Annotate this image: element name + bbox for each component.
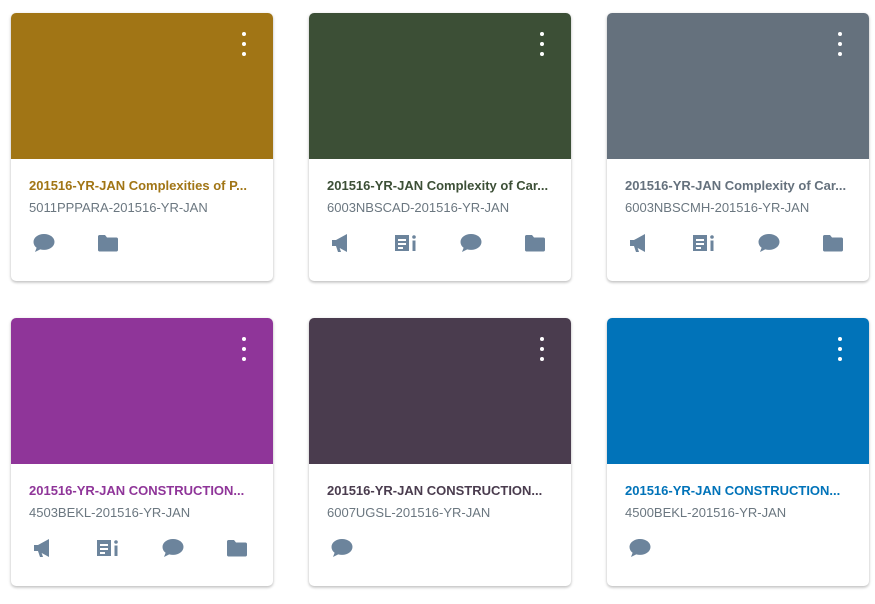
course-card-hero[interactable] [607,318,869,464]
course-actions [607,231,869,255]
course-actions [11,231,273,255]
course-actions [309,231,571,255]
course-card-hero[interactable] [309,318,571,464]
card-options-icon[interactable] [532,337,552,361]
course-code: 6003NBSCMH-201516-YR-JAN [625,200,810,215]
course-card-hero[interactable] [11,318,273,464]
discussions-icon[interactable] [161,536,185,560]
course-card[interactable]: 201516-YR-JAN Complexity of Car... 6003N… [309,13,571,281]
course-card[interactable]: 201516-YR-JAN CONSTRUCTION... 4500BEKL-2… [607,318,869,586]
course-card-hero[interactable] [11,13,273,159]
course-title[interactable]: 201516-YR-JAN Complexity of Car... [327,178,553,194]
announcements-icon[interactable] [628,231,652,255]
course-code: 5011PPPARA-201516-YR-JAN [29,200,208,215]
files-icon[interactable] [821,231,845,255]
assignments-icon[interactable] [96,536,120,560]
discussions-icon[interactable] [330,536,354,560]
assignments-icon[interactable] [692,231,716,255]
course-title[interactable]: 201516-YR-JAN CONSTRUCTION... [625,483,851,499]
assignments-icon[interactable] [394,231,418,255]
course-title[interactable]: 201516-YR-JAN Complexity of Car... [625,178,851,194]
files-icon[interactable] [96,231,120,255]
card-options-icon[interactable] [830,337,850,361]
course-title[interactable]: 201516-YR-JAN CONSTRUCTION... [327,483,553,499]
course-actions [309,536,571,560]
announcements-icon[interactable] [32,536,56,560]
course-code: 6007UGSL-201516-YR-JAN [327,505,491,520]
discussions-icon[interactable] [459,231,483,255]
course-actions [607,536,869,560]
discussions-icon[interactable] [757,231,781,255]
course-card[interactable]: 201516-YR-JAN CONSTRUCTION... 4503BEKL-2… [11,318,273,586]
course-actions [11,536,273,560]
course-title[interactable]: 201516-YR-JAN Complexities of P... [29,178,255,194]
announcements-icon[interactable] [330,231,354,255]
course-code: 4500BEKL-201516-YR-JAN [625,505,787,520]
course-code: 4503BEKL-201516-YR-JAN [29,505,191,520]
course-code: 6003NBSCAD-201516-YR-JAN [327,200,510,215]
course-card[interactable]: 201516-YR-JAN Complexities of P... 5011P… [11,13,273,281]
card-options-icon[interactable] [234,337,254,361]
files-icon[interactable] [523,231,547,255]
course-card-hero[interactable] [309,13,571,159]
card-options-icon[interactable] [532,32,552,56]
course-card[interactable]: 201516-YR-JAN CONSTRUCTION... 6007UGSL-2… [309,318,571,586]
card-options-icon[interactable] [234,32,254,56]
card-options-icon[interactable] [830,32,850,56]
discussions-icon[interactable] [628,536,652,560]
course-card-hero[interactable] [607,13,869,159]
discussions-icon[interactable] [32,231,56,255]
course-title[interactable]: 201516-YR-JAN CONSTRUCTION... [29,483,255,499]
files-icon[interactable] [225,536,249,560]
course-card[interactable]: 201516-YR-JAN Complexity of Car... 6003N… [607,13,869,281]
